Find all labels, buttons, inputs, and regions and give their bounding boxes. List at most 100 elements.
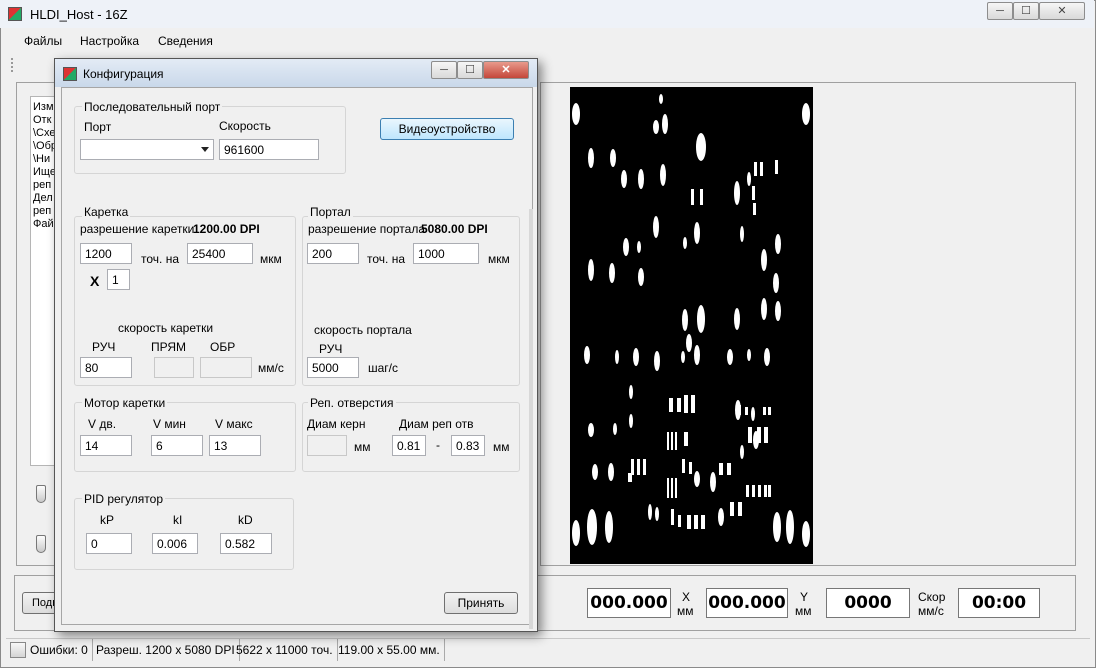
speed-unit: мм/с	[918, 604, 944, 618]
x-unit: мм	[677, 604, 694, 618]
slider-thumb-2[interactable]	[36, 535, 46, 553]
carriage-speed-unit: мм/с	[258, 361, 284, 375]
ki-input[interactable]: 0.006	[152, 533, 198, 554]
v-min-input[interactable]: 6	[151, 435, 203, 456]
dialog-titlebar: Конфигурация ─ ☐ ✕	[55, 59, 537, 87]
portal-dots-label: точ. на	[367, 252, 405, 266]
accept-button[interactable]: Принять	[444, 592, 518, 614]
dialog-title: Конфигурация	[83, 67, 164, 81]
kern-label: Диам керн	[307, 417, 366, 431]
carriage-manual-label: РУЧ	[92, 340, 116, 354]
video-device-button[interactable]: Видеоустройство	[380, 118, 514, 140]
portal-resolution-label: разрешение портала	[308, 222, 425, 236]
list-item: Дел	[33, 192, 53, 204]
carriage-microns-label: мкм	[260, 252, 282, 266]
v-max-input[interactable]: 13	[209, 435, 261, 456]
kp-input[interactable]: 0	[86, 533, 132, 554]
file-list[interactable]: Изм Отк \Схе \Обр \Ни Ище реп Дел реп Фа…	[30, 96, 56, 466]
rep-max-input[interactable]: 0.83	[451, 435, 485, 456]
chevron-down-icon	[201, 147, 209, 152]
portal-resolution-value: 5080.00 DPI	[421, 222, 488, 236]
time-readout: 00:00	[958, 588, 1040, 618]
kd-label: kD	[238, 513, 253, 527]
baud-label: Скорость	[219, 119, 271, 133]
list-item: Отк	[33, 114, 52, 126]
carriage-forward-input	[154, 357, 194, 378]
close-button[interactable]: ✕	[1039, 2, 1085, 20]
status-points: 5622 x 11000 точ.	[232, 639, 338, 661]
dialog-close-button[interactable]: ✕	[483, 61, 529, 79]
menu-settings[interactable]: Настройка	[80, 34, 139, 48]
list-item: \Обр	[33, 140, 56, 152]
carriage-reverse-input	[200, 357, 252, 378]
dialog-scrollbar[interactable]	[529, 209, 533, 629]
slider-thumb-1[interactable]	[36, 485, 46, 503]
toolstrip-grip	[11, 58, 13, 72]
status-indicator-icon	[10, 642, 26, 658]
menu-info[interactable]: Сведения	[158, 34, 213, 48]
dialog-body: Последовательный порт Порт Скорость 9616…	[61, 87, 533, 625]
speed-label: Скор	[918, 590, 946, 604]
port-select[interactable]	[80, 139, 214, 160]
y-label: Y	[800, 590, 809, 604]
port-label: Порт	[84, 120, 112, 134]
serial-port-title: Последовательный порт	[82, 100, 223, 114]
portal-microns-label: мкм	[488, 252, 510, 266]
list-item: Фай	[33, 218, 54, 230]
maximize-button[interactable]: ☐	[1013, 2, 1039, 20]
carriage-manual-input[interactable]: 80	[80, 357, 132, 378]
carriage-resolution-value: 1200.00 DPI	[193, 222, 260, 236]
carriage-dots-label: точ. на	[141, 252, 179, 266]
carriage-speed-title: скорость каретки	[118, 321, 214, 335]
ki-label: kI	[173, 513, 183, 527]
v-min-label: V мин	[153, 417, 186, 431]
baud-input[interactable]: 961600	[219, 139, 319, 160]
y-readout: 000.000	[706, 588, 788, 618]
app-icon	[8, 7, 22, 21]
carriage-reverse-label: ОБР	[210, 340, 236, 354]
portal-speed-unit: шаг/с	[368, 361, 399, 375]
motor-title: Мотор каретки	[82, 396, 168, 410]
list-item: \Ни	[33, 153, 51, 165]
multiplier-input[interactable]: 1	[107, 269, 130, 290]
multiplier-label: X	[90, 273, 100, 289]
status-resolution: Разреш. 1200 x 5080 DPI	[92, 639, 240, 661]
rep-diameter-label: Диам реп отв	[399, 417, 474, 431]
pid-title: PID регулятор	[82, 492, 166, 506]
rep-unit: мм	[493, 440, 510, 454]
x-label: X	[682, 590, 691, 604]
carriage-title: Каретка	[82, 205, 131, 219]
kd-input[interactable]: 0.582	[220, 533, 272, 554]
portal-manual-label: РУЧ	[319, 342, 343, 356]
speed-readout: 0000	[826, 588, 910, 618]
carriage-forward-label: ПРЯМ	[151, 340, 187, 354]
portal-manual-input[interactable]: 5000	[307, 357, 359, 378]
list-item: Ище	[33, 166, 56, 178]
dialog-minimize-button[interactable]: ─	[431, 61, 457, 79]
portal-microns-input[interactable]: 1000	[413, 243, 479, 264]
carriage-dots-input[interactable]: 1200	[80, 243, 132, 264]
vertical-scrollbar[interactable]	[1076, 82, 1084, 566]
portal-title: Портал	[308, 205, 353, 219]
window-title: HLDI_Host - 16Z	[30, 7, 128, 22]
portal-dots-input[interactable]: 200	[307, 243, 359, 264]
y-unit: мм	[795, 604, 812, 618]
kern-unit: мм	[354, 440, 371, 454]
main-titlebar: HLDI_Host - 16Z ─ ☐ ✕	[0, 0, 1094, 28]
x-readout: 000.000	[587, 588, 671, 618]
statusbar: Ошибки: 0 Разреш. 1200 x 5080 DPI 5622 x…	[6, 638, 1090, 661]
rep-dash: -	[436, 438, 440, 452]
minimize-button[interactable]: ─	[987, 2, 1013, 20]
status-errors: Ошибки: 0	[26, 639, 93, 661]
list-item: Изм	[33, 101, 54, 113]
menu-files[interactable]: Файлы	[24, 34, 62, 48]
dialog-maximize-button[interactable]: ☐	[457, 61, 483, 79]
kp-label: kP	[100, 513, 115, 527]
list-item: реп	[33, 205, 52, 217]
v-dv-input[interactable]: 14	[80, 435, 132, 456]
kern-input	[307, 435, 347, 456]
list-item: \Схе	[33, 127, 56, 139]
rep-min-input[interactable]: 0.81	[392, 435, 426, 456]
carriage-microns-input[interactable]: 25400	[187, 243, 253, 264]
portal-speed-title: скорость портала	[314, 323, 412, 337]
